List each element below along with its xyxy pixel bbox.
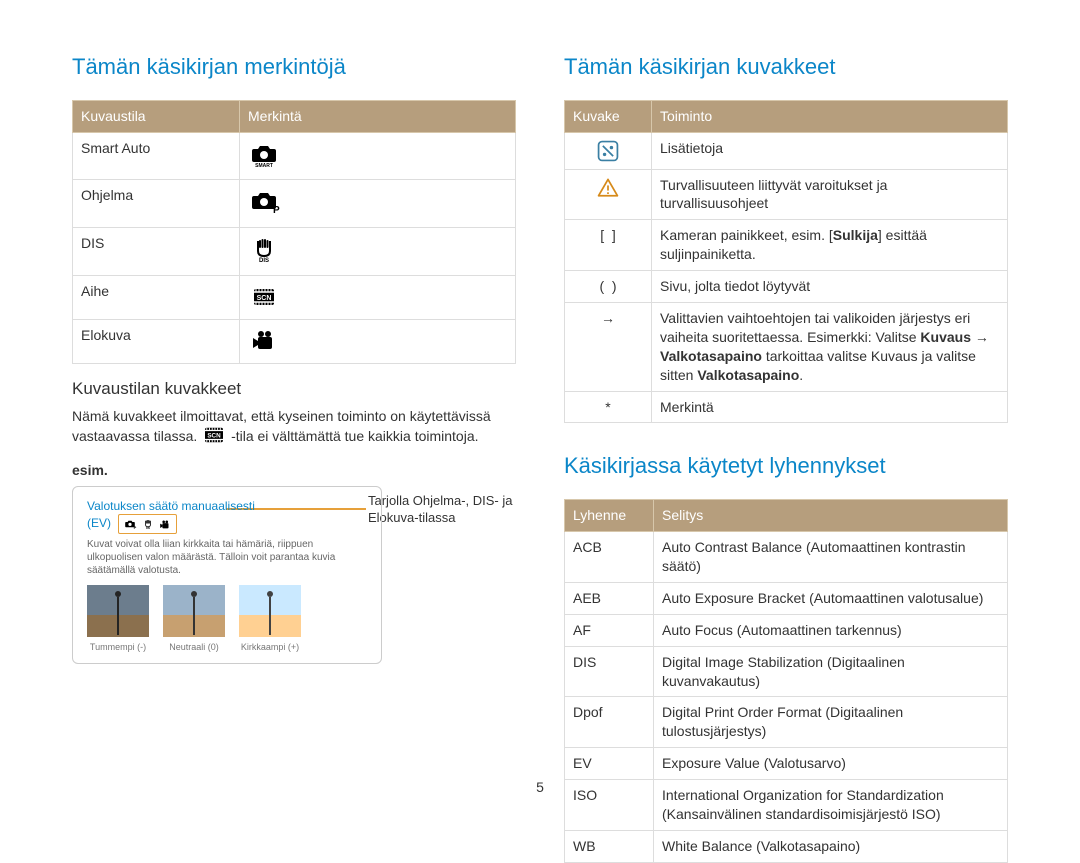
abbr: ACB	[565, 532, 654, 583]
thumb-label: Kirkkaampi (+)	[239, 641, 301, 653]
expl: Exposure Value (Valotusarvo)	[654, 748, 1008, 780]
brackets-icon: [ ]	[565, 220, 652, 271]
parens-icon: ( )	[565, 271, 652, 303]
table-row: Aihe	[73, 276, 516, 320]
scene-icon	[240, 276, 516, 320]
expl: Auto Exposure Bracket (Automaattinen val…	[654, 582, 1008, 614]
page-number: 5	[0, 778, 1080, 797]
star-icon: *	[565, 391, 652, 423]
abbr: EV	[565, 748, 654, 780]
expl: Auto Focus (Automaattinen tarkennus)	[654, 614, 1008, 646]
thumb-darker: Tummempi (-)	[87, 585, 149, 653]
func-text: Merkintä	[652, 391, 1008, 423]
table-row: Lisätietoja	[565, 132, 1008, 169]
table-row: DISDigital Image Stabilization (Digitaal…	[565, 646, 1008, 697]
mode-label: Elokuva	[73, 320, 240, 364]
table-row: ( ) Sivu, jolta tiedot löytyvät	[565, 271, 1008, 303]
mode-label: Ohjelma	[73, 180, 240, 228]
heading-notation: Tämän käsikirjan merkintöjä	[72, 52, 516, 82]
table-row: Turvallisuuteen liittyvät varoitukset ja…	[565, 169, 1008, 220]
th-mode: Kuvaustila	[73, 100, 240, 132]
table-row: WBWhite Balance (Valkotasapaino)	[565, 830, 1008, 862]
table-row: [ ] Kameran painikkeet, esim. [Sulkija] …	[565, 220, 1008, 271]
example-thumbs: Tummempi (-) Neutraali (0) Kirkkaampi (+…	[87, 585, 367, 653]
func-text: Lisätietoja	[652, 132, 1008, 169]
table-row: ACBAuto Contrast Balance (Automaattinen …	[565, 532, 1008, 583]
heading-icons: Tämän käsikirjan kuvakkeet	[564, 52, 1008, 82]
table-row: → Valittavien vaihtoehtojen tai valikoid…	[565, 303, 1008, 392]
thumb-label: Tummempi (-)	[87, 641, 149, 653]
abbr: WB	[565, 830, 654, 862]
right-column: Tämän käsikirjan kuvakkeet Kuvake Toimin…	[564, 52, 1008, 815]
thumb-brighter: Kirkkaampi (+)	[239, 585, 301, 653]
table-row: AFAuto Focus (Automaattinen tarkennus)	[565, 614, 1008, 646]
table-row: AEBAuto Exposure Bracket (Automaattinen …	[565, 582, 1008, 614]
table-row: * Merkintä	[565, 391, 1008, 423]
abbr: DIS	[565, 646, 654, 697]
table-row: EVExposure Value (Valotusarvo)	[565, 748, 1008, 780]
warning-icon	[565, 169, 652, 220]
table-row: Smart Auto	[73, 132, 516, 180]
mode-label: DIS	[73, 228, 240, 276]
smart-auto-icon	[240, 132, 516, 180]
example-label: esim.	[72, 461, 516, 480]
th-mark: Merkintä	[240, 100, 516, 132]
func-text: Valittavien vaihtoehtojen tai valikoiden…	[652, 303, 1008, 392]
expl: Digital Image Stabilization (Digitaaline…	[654, 646, 1008, 697]
example-wrapper: Tarjolla Ohjelma-, DIS- ja Elokuva-tilas…	[72, 486, 516, 664]
th-function: Toiminto	[652, 100, 1008, 132]
th-expl: Selitys	[654, 500, 1008, 532]
abbr: Dpof	[565, 697, 654, 748]
func-text: Kameran painikkeet, esim. [Sulkija] esit…	[652, 220, 1008, 271]
mode-icons-paragraph: Nämä kuvakkeet ilmoittavat, että kyseine…	[72, 407, 516, 449]
table-row: DIS	[73, 228, 516, 276]
example-title: Valotuksen säätö manuaalisesti (EV)	[87, 499, 367, 534]
thumb-label: Neutraali (0)	[163, 641, 225, 653]
table-row: DpofDigital Print Order Format (Digitaal…	[565, 697, 1008, 748]
example-box: Valotuksen säätö manuaalisesti (EV) Kuva…	[72, 486, 382, 664]
expl: Digital Print Order Format (Digitaalinen…	[654, 697, 1008, 748]
mode-label: Aihe	[73, 276, 240, 320]
icon-legend-table: Kuvake Toiminto Lisätietoja Turvallisuut…	[564, 100, 1008, 424]
expl: White Balance (Valkotasapaino)	[654, 830, 1008, 862]
example-title-ev: (EV)	[87, 516, 111, 530]
table-row: Ohjelma	[73, 180, 516, 228]
func-text: Sivu, jolta tiedot löytyvät	[652, 271, 1008, 303]
abbreviations-table: Lyhenne Selitys ACBAuto Contrast Balance…	[564, 499, 1008, 863]
abbr: AF	[565, 614, 654, 646]
dis-icon	[240, 228, 516, 276]
info-icon	[565, 132, 652, 169]
example-title-line1: Valotuksen säätö manuaalisesti	[87, 499, 255, 513]
shooting-mode-table: Kuvaustila Merkintä Smart Auto Ohjelma D…	[72, 100, 516, 364]
abbr: AEB	[565, 582, 654, 614]
movie-icon	[240, 320, 516, 364]
subheading-mode-icons: Kuvaustilan kuvakkeet	[72, 378, 516, 401]
mode-label: Smart Auto	[73, 132, 240, 180]
callout-text: Tarjolla Ohjelma-, DIS- ja Elokuva-tilas…	[368, 492, 538, 527]
scn-inline-icon	[203, 426, 225, 449]
heading-abbr: Käsikirjassa käytetyt lyhennykset	[564, 451, 1008, 481]
table-row: Elokuva	[73, 320, 516, 364]
para-text-b: -tila ei välttämättä tue kaikkia toimint…	[231, 428, 478, 444]
th-icon: Kuvake	[565, 100, 652, 132]
expl: Auto Contrast Balance (Automaattinen kon…	[654, 532, 1008, 583]
th-abbr: Lyhenne	[565, 500, 654, 532]
example-inline-icons	[118, 514, 177, 534]
example-body: Kuvat voivat olla liian kirkkaita tai hä…	[87, 538, 367, 577]
left-column: Tämän käsikirjan merkintöjä Kuvaustila M…	[72, 52, 516, 815]
thumb-neutral: Neutraali (0)	[163, 585, 225, 653]
arrow-icon: →	[565, 303, 652, 392]
func-text: Turvallisuuteen liittyvät varoitukset ja…	[652, 169, 1008, 220]
program-icon	[240, 180, 516, 228]
